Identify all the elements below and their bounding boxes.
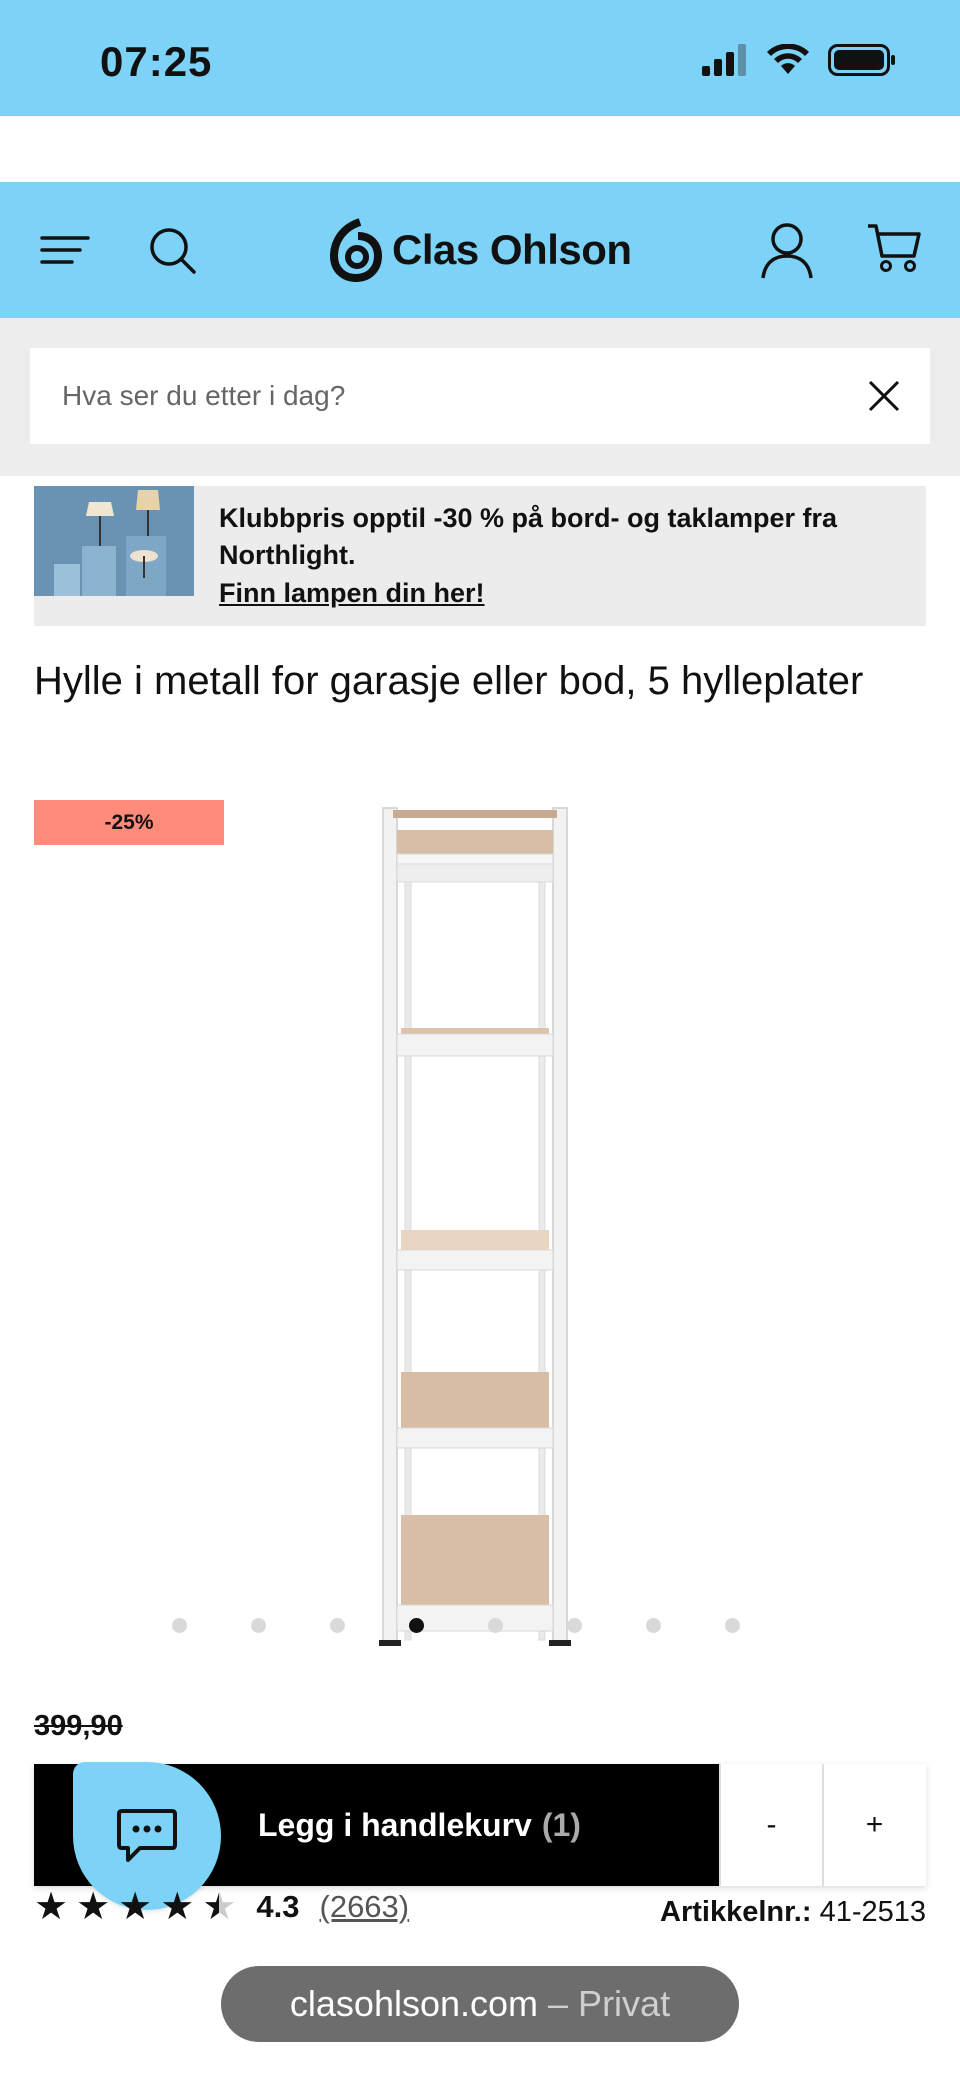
promo-lamps-image (34, 486, 194, 596)
star-icon: ★ (34, 1886, 69, 1928)
article-value: 41-2513 (819, 1896, 926, 1928)
half-star-icon: ★ (202, 1886, 237, 1928)
discount-badge: -25% (34, 800, 224, 845)
url-domain: clasohlson.com (289, 1983, 539, 2024)
account-icon[interactable] (758, 220, 816, 282)
browser-strip (0, 116, 960, 182)
increase-quantity-button[interactable]: + (822, 1764, 925, 1886)
rating-stars: ★ ★ ★ ★ ★ (34, 1888, 236, 1926)
chat-icon (117, 1809, 177, 1862)
battery-icon (828, 44, 895, 76)
status-icons (702, 44, 896, 76)
image-carousel-dots (172, 1618, 740, 1633)
close-icon[interactable] (866, 378, 902, 414)
article-number: Artikkelnr.: 41-2513 (660, 1896, 926, 1929)
star-icon: ★ (160, 1886, 195, 1928)
clas-ohlson-logo-icon (330, 218, 382, 282)
carousel-dot[interactable] (646, 1618, 661, 1633)
search-icon[interactable] (142, 220, 202, 280)
carousel-dot[interactable] (409, 1618, 424, 1633)
signal-icon (702, 44, 746, 76)
promo-text: Klubbpris opptil -30 % på bord- og takla… (219, 503, 838, 570)
brand-logo[interactable]: Clas Ohlson (330, 218, 632, 282)
site-header: Clas Ohlson (0, 182, 960, 318)
menu-icon[interactable] (36, 220, 96, 280)
carousel-dot[interactable] (330, 1618, 345, 1633)
promo-banner[interactable]: Klubbpris opptil -30 % på bord- og takla… (34, 486, 926, 626)
rating-row: ★ ★ ★ ★ ★ 4.3 (2663) (34, 1888, 409, 1926)
product-image[interactable] (375, 800, 575, 1650)
carousel-dot[interactable] (251, 1618, 266, 1633)
search-area (0, 318, 960, 476)
star-icon: ★ (76, 1886, 111, 1928)
brand-name: Clas Ohlson (392, 226, 632, 273)
carousel-dot[interactable] (172, 1618, 187, 1633)
status-time: 07:25 (100, 38, 213, 85)
cart-icon[interactable] (866, 220, 922, 276)
carousel-dot[interactable] (725, 1618, 740, 1633)
wifi-icon (767, 44, 809, 74)
cart-count: (1) (541, 1806, 581, 1843)
private-mode-label: – Privat (548, 1983, 671, 2024)
decrease-quantity-button[interactable]: - (719, 1764, 822, 1886)
product-title: Hylle i metall for garasje eller bod, 5 … (34, 659, 864, 703)
carousel-dot[interactable] (567, 1618, 582, 1633)
status-bar: 07:25 (0, 0, 960, 116)
rating-value: 4.3 (256, 1889, 300, 1924)
review-count-link[interactable]: (2663) (320, 1889, 410, 1925)
promo-link[interactable]: Finn lampen din her! (219, 578, 485, 609)
search-input[interactable] (62, 380, 822, 412)
carousel-dot[interactable] (488, 1618, 503, 1633)
browser-url-pill[interactable]: clasohlson.com – Privat (221, 1966, 739, 2042)
add-to-cart-label: Legg i handlekurv (258, 1806, 532, 1843)
star-icon: ★ (118, 1886, 153, 1928)
article-label: Artikkelnr.: (660, 1896, 812, 1928)
old-price: 399,90 (34, 1710, 123, 1742)
search-box[interactable] (30, 348, 930, 444)
